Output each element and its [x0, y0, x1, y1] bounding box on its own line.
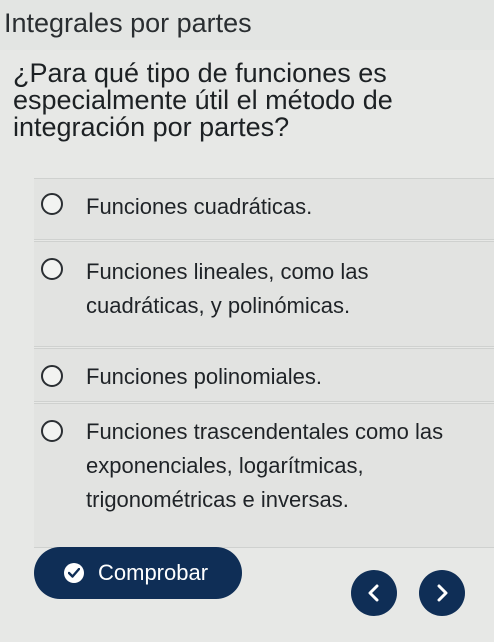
radio-button[interactable] — [41, 365, 63, 387]
next-button[interactable] — [419, 570, 465, 616]
chevron-left-icon — [368, 584, 379, 602]
option-label: Funciones cuadráticas. — [86, 194, 313, 219]
option-linear[interactable]: Funciones lineales, como las cuadráticas… — [34, 241, 494, 347]
previous-button[interactable] — [351, 570, 397, 616]
option-label: Funciones trascendentales como las expon… — [86, 419, 444, 512]
option-label: Funciones lineales, como las cuadráticas… — [86, 259, 369, 318]
radio-button[interactable] — [41, 193, 63, 215]
check-button[interactable]: Comprobar — [34, 547, 242, 599]
header-bar: Integrales por partes — [0, 0, 494, 50]
page-title: Integrales por partes — [4, 8, 252, 38]
option-transcendental[interactable]: Funciones trascendentales como las expon… — [34, 403, 494, 548]
check-circle-icon — [64, 563, 84, 583]
option-label: Funciones polinomiales. — [86, 364, 323, 389]
radio-button[interactable] — [41, 258, 63, 280]
chevron-right-icon — [437, 584, 448, 602]
check-button-label: Comprobar — [98, 560, 209, 585]
option-quadratic[interactable]: Funciones cuadráticas. — [34, 178, 494, 240]
question-text: ¿Para qué tipo de funciones es especialm… — [13, 58, 393, 142]
option-polynomial[interactable]: Funciones polinomiales. — [34, 348, 494, 402]
radio-button[interactable] — [41, 420, 63, 442]
